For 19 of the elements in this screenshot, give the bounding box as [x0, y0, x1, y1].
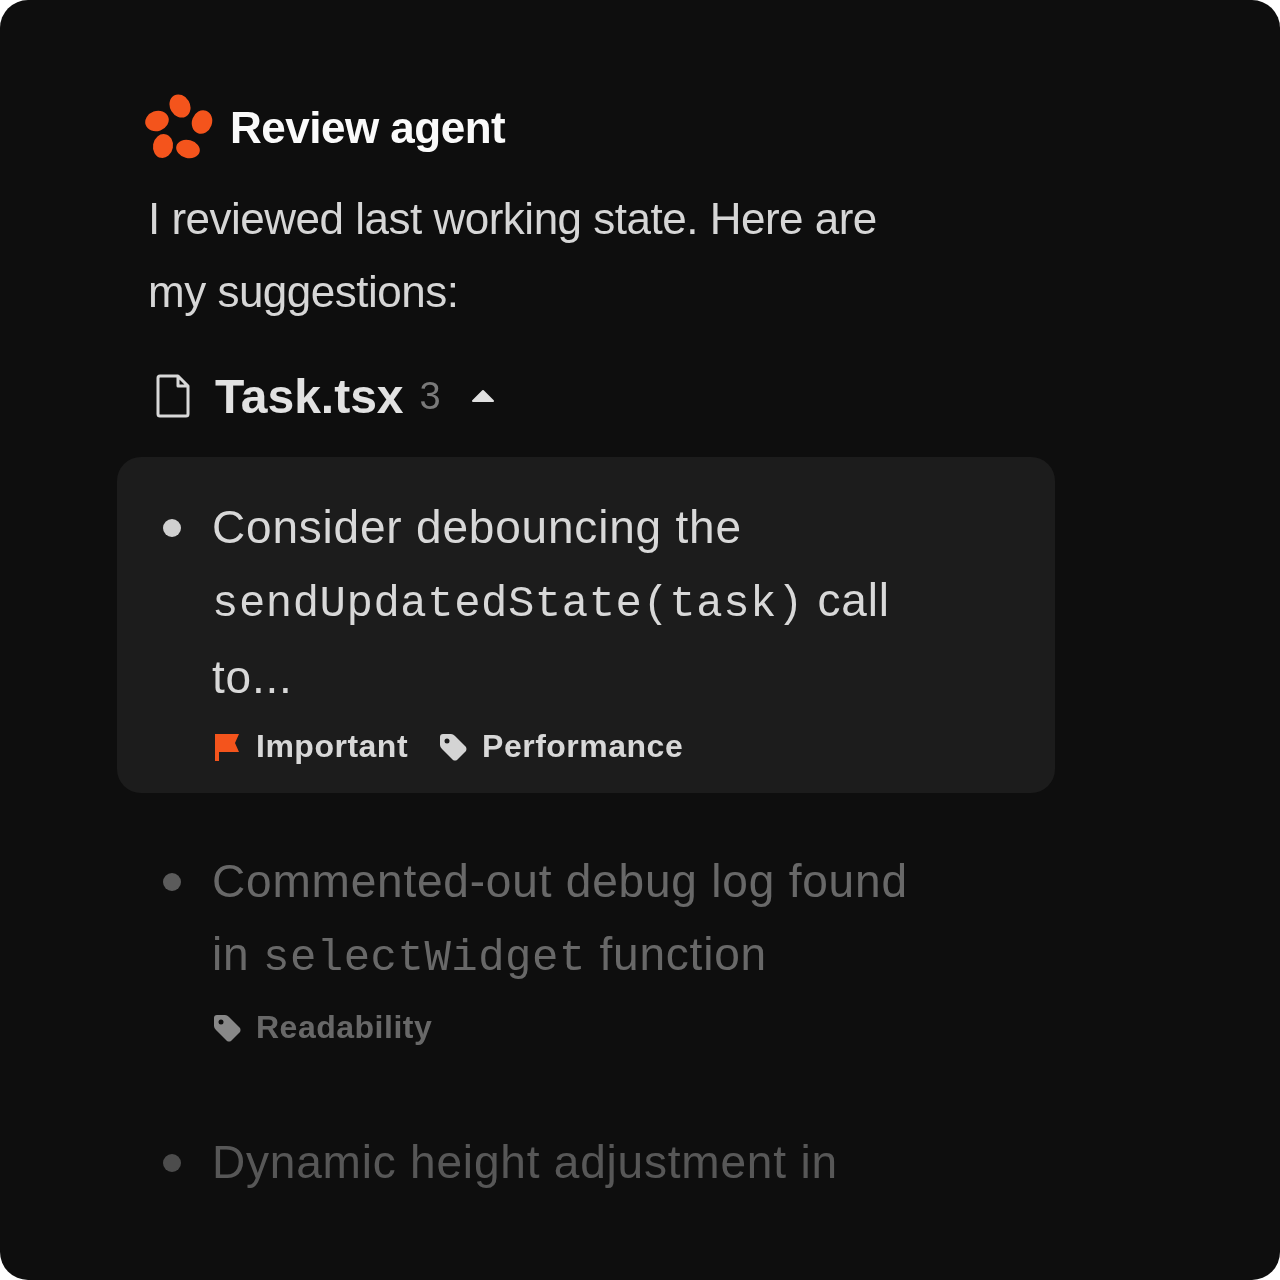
tag-icon: [438, 731, 469, 762]
suggestion-count: 3: [419, 374, 441, 418]
agent-name: Review agent: [230, 103, 506, 153]
caret-icon[interactable]: [470, 389, 495, 403]
tag-label: Readability: [256, 1009, 433, 1046]
flag-icon: [212, 731, 242, 762]
tag-label: Performance: [482, 728, 684, 765]
bullet-icon: [163, 873, 181, 891]
suggestion-text: Commented-out debug log found in selectWidget function: [212, 854, 909, 985]
file-name[interactable]: Task.tsx: [215, 368, 404, 424]
tag-icon: [212, 1012, 242, 1043]
suggestion-text: Consider debouncing the sendUpdatedState(task) call to...: [212, 500, 891, 705]
tag-label: Important: [256, 728, 409, 765]
message-text: I reviewed last working state. Here are my suggestions:: [148, 193, 878, 318]
file-icon: [155, 374, 191, 418]
bullet-icon: [163, 519, 181, 537]
suggestion-text: Dynamic height adjustment in: [212, 1135, 839, 1190]
bullet-icon: [163, 1154, 181, 1172]
suggestion-card[interactable]: Consider debouncing the sendUpdatedState(task) call to... Important Performance: [117, 457, 1055, 793]
